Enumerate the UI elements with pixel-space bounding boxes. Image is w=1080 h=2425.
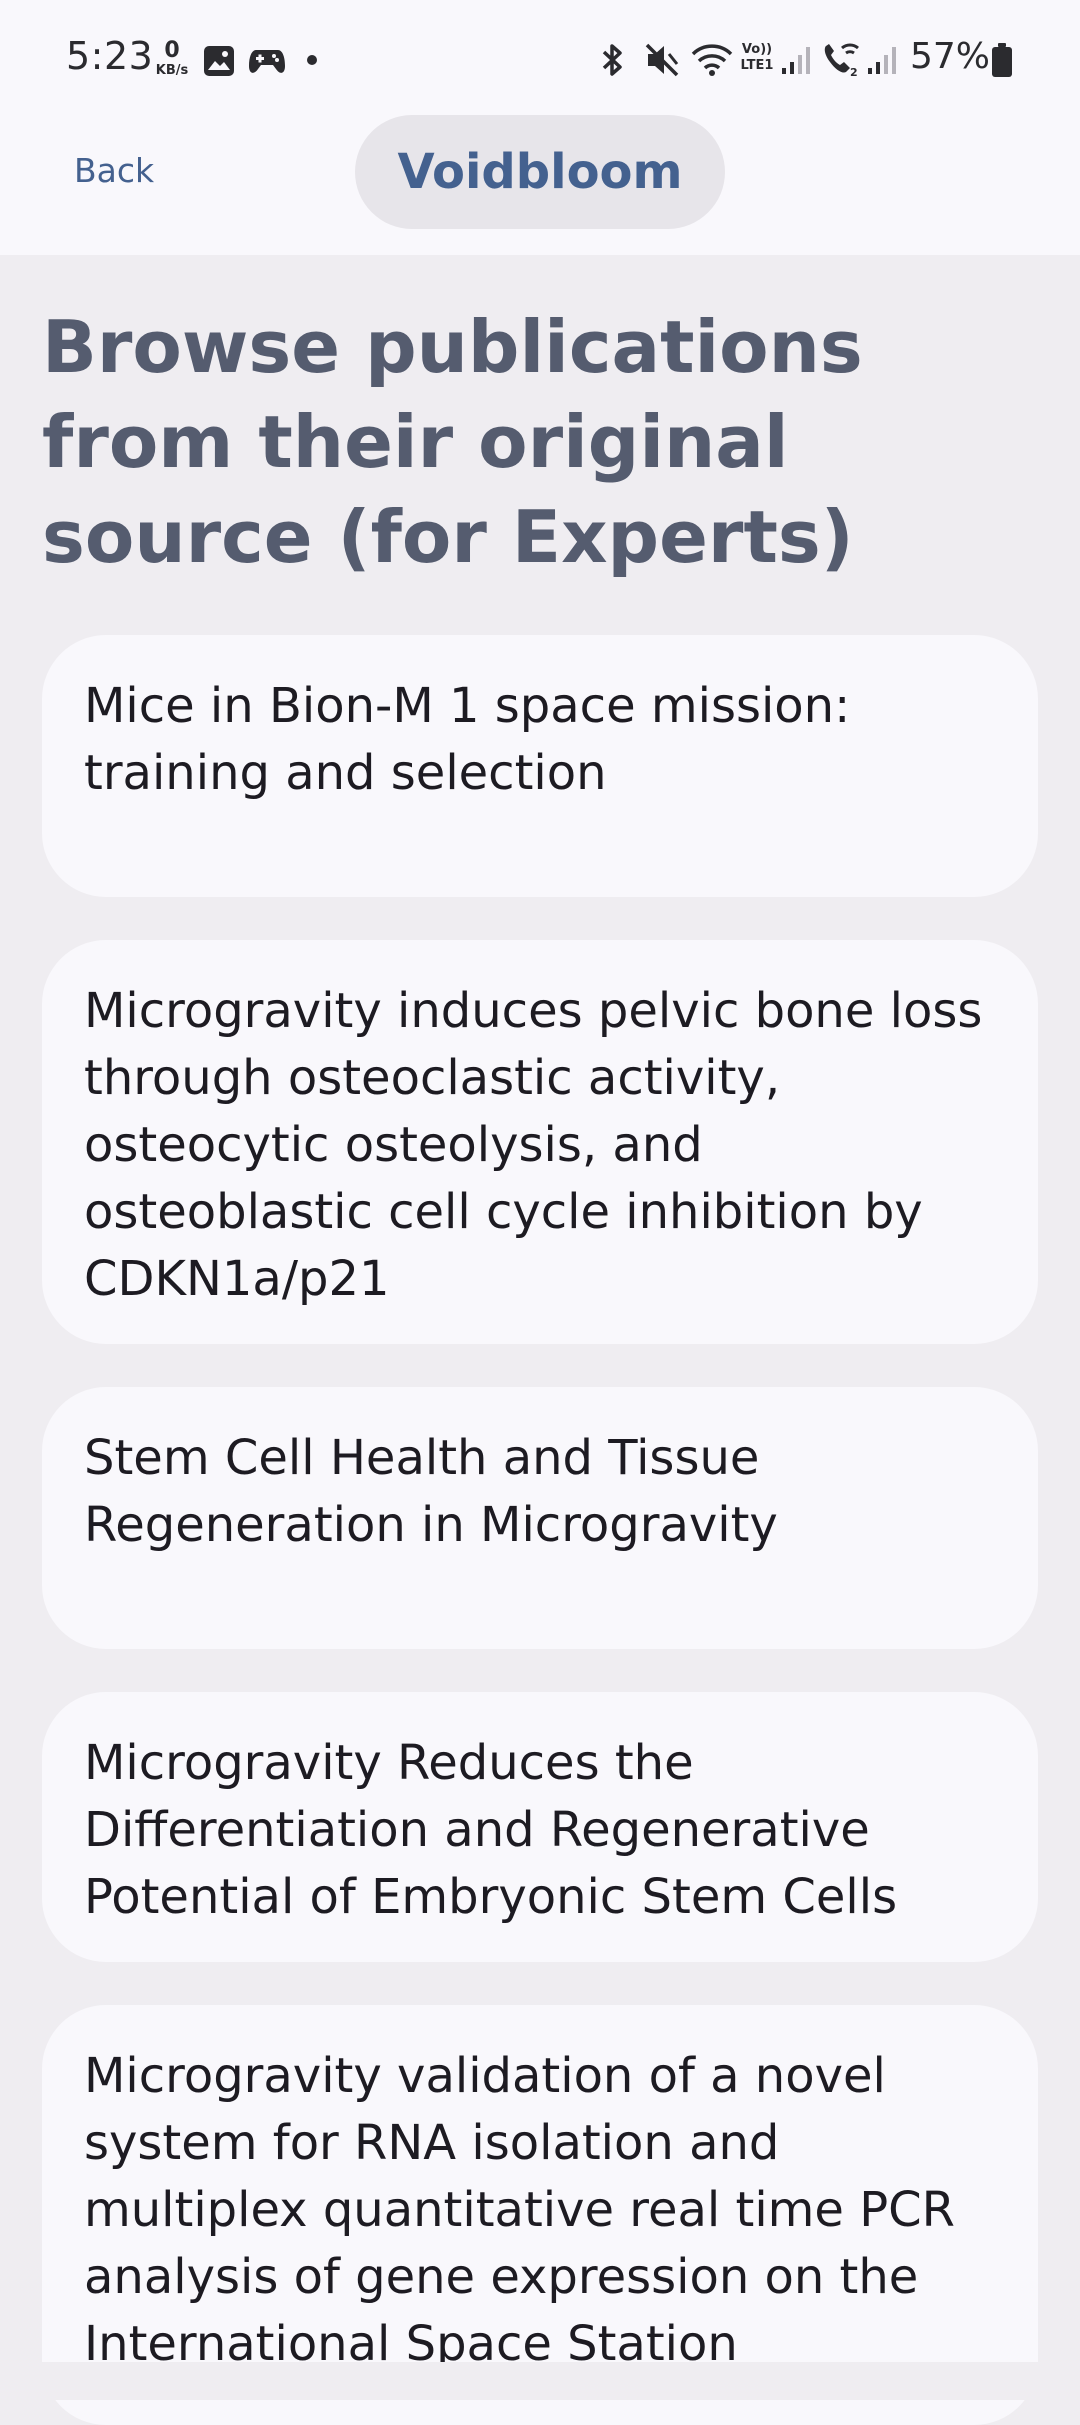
- publication-card[interactable]: Stem Cell Health and Tissue Regeneration…: [42, 1387, 1038, 1649]
- network-speed: 0 KB/s: [152, 38, 192, 78]
- network-speed-unit: KB/s: [155, 63, 189, 78]
- publication-card[interactable]: Mice in Bion-M 1 space mission: training…: [42, 635, 1038, 897]
- game-controller-icon: [249, 50, 285, 73]
- bottom-edge: [0, 2362, 1080, 2400]
- signal-icon: [868, 47, 896, 74]
- app-bar: Back Voidbloom: [0, 115, 1080, 255]
- publication-card[interactable]: Microgravity Reduces the Differentiation…: [42, 1692, 1038, 1962]
- volte-lte-icon: Vo)) LTE1: [737, 42, 777, 74]
- volte-label-bottom: LTE1: [740, 58, 774, 73]
- battery-percent: 57%: [910, 36, 991, 77]
- battery-icon: [992, 43, 1012, 77]
- signal-icon: [782, 47, 810, 74]
- volte-label-top: Vo)): [741, 42, 773, 57]
- status-bar: 5:23 0 KB/s Vo)) LTE1 2 57%: [0, 0, 1080, 115]
- network-speed-value: 0: [164, 38, 180, 63]
- svg-text:2: 2: [850, 66, 858, 78]
- publication-card[interactable]: Microgravity induces pelvic bone loss th…: [42, 940, 1038, 1344]
- wifi-icon: [691, 44, 733, 76]
- publication-title: Microgravity induces pelvic bone loss th…: [84, 983, 983, 1307]
- publication-title: Mice in Bion-M 1 space mission: training…: [84, 678, 851, 801]
- page-heading: Browse publications from their original …: [42, 305, 863, 579]
- wifi-calling-icon: 2: [824, 43, 859, 78]
- publication-title: Microgravity Reduces the Differentiation…: [84, 1735, 898, 1925]
- mute-icon: [645, 43, 679, 77]
- publication-title: Stem Cell Health and Tissue Regeneration…: [84, 1430, 778, 1553]
- back-button[interactable]: Back: [74, 151, 154, 190]
- dot-icon: [307, 55, 317, 65]
- publication-title: Microgravity validation of a novel syste…: [84, 2048, 956, 2372]
- bluetooth-icon: [602, 44, 622, 76]
- app-title-pill: Voidbloom: [355, 115, 725, 229]
- gallery-icon: [204, 46, 234, 76]
- status-time: 5:23: [66, 34, 154, 78]
- app-title: Voidbloom: [397, 144, 683, 200]
